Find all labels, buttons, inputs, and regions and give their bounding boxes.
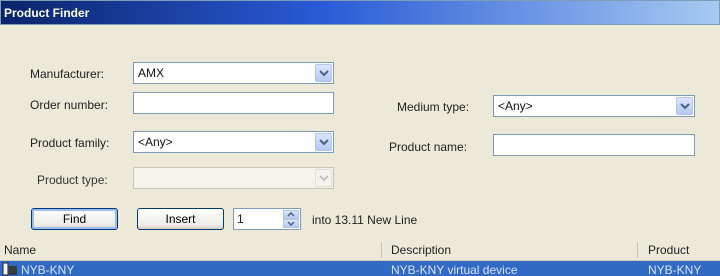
order-number-label: Order number:: [30, 98, 109, 112]
finder-panel: Manufacturer: AMX Order number: Product …: [0, 25, 720, 276]
manufacturer-value: AMX: [138, 66, 165, 80]
product-name-input[interactable]: [494, 135, 694, 155]
product-type-label: Product type:: [37, 173, 108, 187]
quantity-stepper[interactable]: 1: [233, 208, 301, 230]
column-name[interactable]: Name: [4, 243, 36, 257]
title-bar: Product Finder: [0, 0, 720, 25]
row-product: NYB-KNY: [648, 263, 702, 276]
results-header: Name Description Product: [0, 240, 720, 261]
product-name-label: Product name:: [389, 140, 468, 154]
manufacturer-dropdown[interactable]: AMX: [133, 62, 334, 84]
product-family-value: <Any>: [138, 135, 173, 149]
product-family-dropdown[interactable]: <Any>: [133, 131, 334, 153]
insert-target-text: into 13.11 New Line: [312, 213, 418, 227]
insert-button[interactable]: Insert: [137, 208, 224, 230]
row-description: NYB-KNY virtual device: [391, 263, 518, 276]
find-button[interactable]: Find: [31, 208, 118, 230]
chevron-down-icon[interactable]: [315, 133, 332, 151]
medium-type-value: <Any>: [498, 99, 533, 113]
order-number-input[interactable]: [134, 93, 333, 113]
order-number-field[interactable]: [133, 92, 334, 114]
column-product[interactable]: Product: [648, 243, 689, 257]
row-name: NYB-KNY: [21, 263, 75, 276]
column-description[interactable]: Description: [391, 243, 451, 257]
product-name-field[interactable]: [493, 134, 695, 156]
chevron-down-icon[interactable]: [676, 97, 693, 115]
medium-type-dropdown[interactable]: <Any>: [493, 95, 695, 117]
chevron-down-icon: [315, 169, 332, 187]
medium-type-label: Medium type:: [397, 100, 470, 114]
spin-down-icon[interactable]: [283, 219, 299, 228]
table-row[interactable]: NYB-KNY NYB-KNY virtual device NYB-KNY: [0, 261, 720, 276]
product-type-dropdown: [133, 167, 334, 189]
column-divider[interactable]: [381, 242, 382, 258]
spin-up-icon[interactable]: [283, 210, 299, 219]
manufacturer-label: Manufacturer:: [30, 67, 105, 81]
product-family-label: Product family:: [30, 136, 110, 150]
quantity-value[interactable]: 1: [237, 212, 244, 226]
column-divider[interactable]: [637, 242, 638, 258]
window-title: Product Finder: [4, 6, 90, 20]
chevron-down-icon[interactable]: [315, 64, 332, 82]
device-icon: [2, 262, 18, 276]
